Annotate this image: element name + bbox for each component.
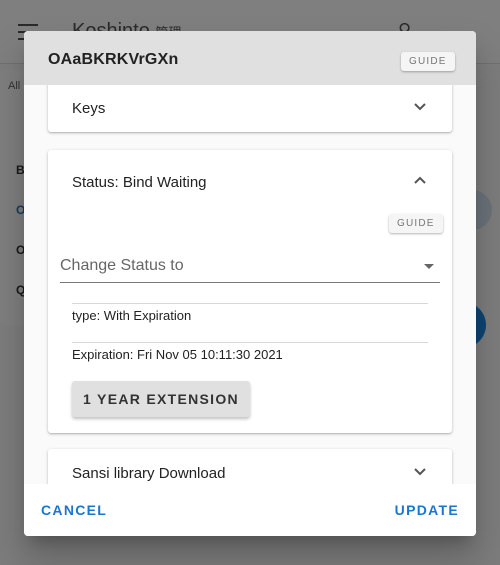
change-status-placeholder: Change Status to xyxy=(60,257,184,274)
dropdown-arrow-icon xyxy=(424,264,434,269)
status-panel-label: Status: Bind Waiting xyxy=(72,174,207,191)
keys-panel: Keys xyxy=(48,85,452,132)
expiration-text: Expiration: Fri Nov 05 10:11:30 2021 xyxy=(72,347,283,362)
dialog-content[interactable]: Keys Status: Bind Waiting GUIDE Change S… xyxy=(24,85,476,484)
status-guide-button[interactable]: GUIDE xyxy=(389,214,443,233)
status-panel: Status: Bind Waiting GUIDE Change Status… xyxy=(48,150,452,433)
change-status-select[interactable]: Change Status to xyxy=(60,251,440,283)
keys-panel-label: Keys xyxy=(72,100,106,117)
dialog-actions: CANCEL UPDATE xyxy=(24,484,476,536)
download-panel-header[interactable]: Sansi library Download xyxy=(48,449,452,484)
dialog-header: OAaBKRKVrGXn GUIDE xyxy=(24,31,476,85)
update-button[interactable]: UPDATE xyxy=(395,502,459,518)
download-panel: Sansi library Download xyxy=(48,449,452,484)
year-extension-button[interactable]: 1 YEAR EXTENSION xyxy=(72,381,250,417)
type-text: type: With Expiration xyxy=(72,308,192,323)
edit-dialog: OAaBKRKVrGXn GUIDE Keys Status: Bind Wai… xyxy=(24,31,476,536)
keys-panel-header[interactable]: Keys xyxy=(48,85,452,132)
guide-button[interactable]: GUIDE xyxy=(401,52,455,71)
chevron-down-icon[interactable] xyxy=(414,103,426,115)
cancel-button[interactable]: CANCEL xyxy=(41,502,107,518)
download-panel-label: Sansi library Download xyxy=(72,465,226,482)
chevron-up-icon[interactable] xyxy=(414,176,426,188)
dialog-title: OAaBKRKVrGXn xyxy=(48,51,179,68)
chevron-down-icon[interactable] xyxy=(414,468,426,480)
divider xyxy=(72,342,428,343)
status-panel-header[interactable]: Status: Bind Waiting xyxy=(48,158,452,206)
divider xyxy=(72,303,428,304)
